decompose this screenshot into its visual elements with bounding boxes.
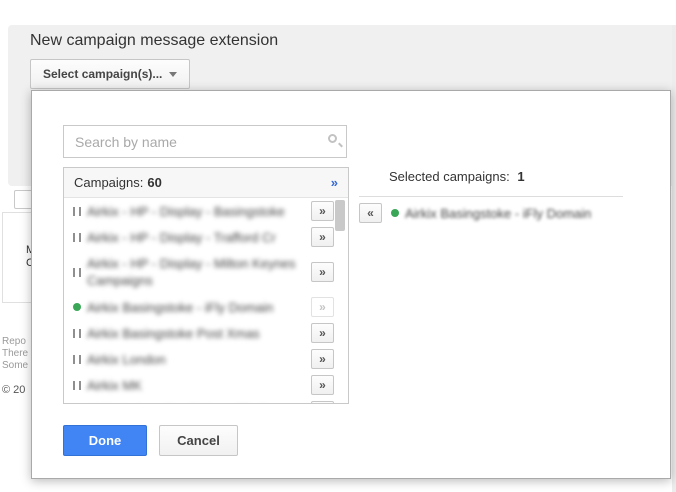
- campaign-row: Airkix - HP - Display - Trafford Cr »: [64, 224, 348, 250]
- select-campaigns-button-label: Select campaign(s)...: [43, 67, 162, 81]
- select-campaigns-button[interactable]: Select campaign(s)...: [30, 59, 190, 89]
- campaigns-count: 60: [147, 175, 161, 190]
- selected-campaigns-header: Selected campaigns: 1: [389, 169, 525, 184]
- campaign-row: Airkix MK »: [64, 372, 348, 398]
- campaign-name: Airkix London: [87, 352, 305, 367]
- add-campaign-button[interactable]: »: [311, 401, 334, 404]
- search-input[interactable]: [63, 125, 347, 158]
- enabled-status-icon: [73, 303, 81, 311]
- add-campaign-button[interactable]: »: [311, 349, 334, 369]
- paused-status-icon: [73, 207, 81, 216]
- selected-count: 1: [517, 169, 524, 184]
- campaign-name: Airkix Basingstoke - iFly Domain: [87, 300, 305, 315]
- campaign-name: Airkix - HP - Display - Milton Keynes Ca…: [87, 255, 305, 289]
- campaign-name: Airkix - HP - Display - Trafford Cr: [87, 230, 305, 245]
- campaigns-list: Airkix - HP - Display - Basingstoke » Ai…: [64, 198, 348, 404]
- campaign-picker-dialog: Campaigns: 60 » Airkix - HP - Display - …: [31, 90, 671, 479]
- cancel-button[interactable]: Cancel: [159, 425, 238, 456]
- remove-campaign-button[interactable]: «: [359, 203, 382, 223]
- selected-panel-divider: [359, 196, 623, 197]
- search-field-wrap: [63, 125, 347, 158]
- campaigns-list-panel: Campaigns: 60 » Airkix - HP - Display - …: [63, 167, 349, 404]
- add-campaign-button[interactable]: »: [311, 323, 334, 343]
- add-campaign-button[interactable]: »: [311, 375, 334, 395]
- add-campaign-button-disabled: »: [311, 297, 334, 317]
- campaigns-list-scrollbar[interactable]: [335, 200, 345, 231]
- campaign-name: Airkix - HP - Display - Basingstoke: [87, 204, 305, 219]
- campaign-name: Airkix MK: [87, 378, 305, 393]
- search-icon: [328, 134, 337, 143]
- campaign-row: Airkix London »: [64, 346, 348, 372]
- page-title: New campaign message extension: [30, 32, 278, 50]
- background-footer-text: Repo There Some: [2, 336, 28, 372]
- paused-status-icon: [73, 233, 81, 242]
- paused-status-icon: [73, 355, 81, 364]
- selected-campaign-row: « Airkix Basingstoke - iFly Domain: [359, 203, 659, 223]
- campaign-name: Airkix Indoor Sky Diving - iFly Dom: [87, 404, 305, 405]
- done-button[interactable]: Done: [63, 425, 147, 456]
- enabled-status-icon: [391, 209, 399, 217]
- background-right-strip: [672, 25, 676, 492]
- campaign-row: Airkix Indoor Sky Diving - iFly Dom »: [64, 398, 348, 404]
- selected-campaign-name: Airkix Basingstoke - iFly Domain: [405, 206, 591, 221]
- campaign-row: Airkix - HP - Display - Basingstoke »: [64, 198, 348, 224]
- add-campaign-button[interactable]: »: [311, 201, 334, 221]
- selected-header-label: Selected campaigns:: [389, 169, 510, 184]
- campaign-name: Airkix Basingstoke Post Xmas: [87, 326, 305, 341]
- campaigns-list-header: Campaigns: 60 »: [64, 168, 348, 198]
- add-campaign-button[interactable]: »: [311, 262, 334, 282]
- add-campaign-button[interactable]: »: [311, 227, 334, 247]
- campaigns-header-label: Campaigns:: [74, 175, 143, 190]
- paused-status-icon: [73, 381, 81, 390]
- add-all-campaigns-button[interactable]: »: [331, 175, 338, 190]
- paused-status-icon: [73, 268, 81, 277]
- caret-down-icon: [169, 72, 177, 77]
- background-copyright: © 20: [2, 384, 25, 396]
- campaign-row: Airkix Basingstoke - iFly Domain »: [64, 294, 348, 320]
- paused-status-icon: [73, 329, 81, 338]
- page: New campaign message extension Select ca…: [0, 0, 676, 492]
- campaign-row: Airkix - HP - Display - Milton Keynes Ca…: [64, 250, 348, 294]
- campaign-row: Airkix Basingstoke Post Xmas »: [64, 320, 348, 346]
